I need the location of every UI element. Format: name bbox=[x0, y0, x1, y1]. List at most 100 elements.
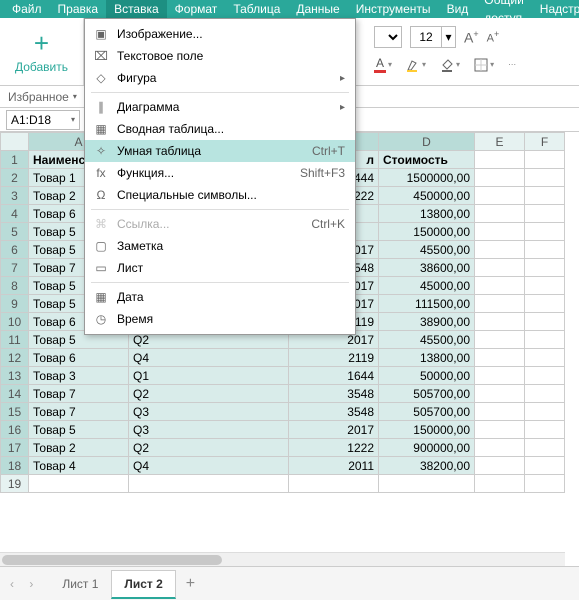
cell[interactable] bbox=[525, 241, 565, 259]
cell[interactable] bbox=[129, 475, 289, 493]
cell[interactable] bbox=[475, 331, 525, 349]
cell[interactable]: Q2 bbox=[129, 439, 289, 457]
cell[interactable]: 2017 bbox=[289, 421, 379, 439]
sheet-tab[interactable]: Лист 2 bbox=[111, 570, 175, 599]
row-header[interactable]: 11 bbox=[1, 331, 29, 349]
cell[interactable]: 1222 bbox=[289, 439, 379, 457]
font-size-dropdown[interactable]: ▾ bbox=[442, 26, 456, 48]
cell[interactable] bbox=[475, 349, 525, 367]
row-header[interactable]: 9 bbox=[1, 295, 29, 313]
cell[interactable]: 150000,00 bbox=[379, 223, 475, 241]
menu-таблица[interactable]: Таблица bbox=[225, 0, 288, 18]
cell[interactable]: 1500000,00 bbox=[379, 169, 475, 187]
font-size-input[interactable]: 12 bbox=[410, 26, 442, 48]
font-family-select[interactable] bbox=[374, 26, 402, 48]
row-header[interactable]: 18 bbox=[1, 457, 29, 475]
col-header-E[interactable]: E bbox=[475, 133, 525, 151]
cell[interactable]: 13800,00 bbox=[379, 349, 475, 367]
increase-font-icon[interactable]: A+ bbox=[464, 29, 479, 46]
menu-данные[interactable]: Данные bbox=[288, 0, 347, 18]
menu-item--[interactable]: ◷Время bbox=[85, 308, 355, 330]
row-header[interactable]: 2 bbox=[1, 169, 29, 187]
cell[interactable] bbox=[525, 367, 565, 385]
horizontal-scrollbar[interactable] bbox=[0, 552, 565, 566]
cell[interactable] bbox=[475, 313, 525, 331]
menu-вид[interactable]: Вид bbox=[439, 0, 477, 18]
cell[interactable]: 3548 bbox=[289, 385, 379, 403]
row-header[interactable]: 14 bbox=[1, 385, 29, 403]
borders-button[interactable]: ▾ bbox=[474, 58, 494, 72]
scrollbar-thumb[interactable] bbox=[2, 555, 222, 565]
cell[interactable]: 38200,00 bbox=[379, 457, 475, 475]
cell[interactable]: 2119 bbox=[289, 349, 379, 367]
col-header-D[interactable]: D bbox=[379, 133, 475, 151]
cell[interactable]: 45000,00 bbox=[379, 277, 475, 295]
cell[interactable]: 505700,00 bbox=[379, 403, 475, 421]
cell[interactable] bbox=[475, 385, 525, 403]
menu-item--[interactable]: ⌧Текстовое поле bbox=[85, 45, 355, 67]
cell[interactable] bbox=[525, 403, 565, 421]
cell[interactable] bbox=[475, 403, 525, 421]
cell[interactable] bbox=[525, 331, 565, 349]
cell[interactable] bbox=[475, 169, 525, 187]
menu-правка[interactable]: Правка bbox=[50, 0, 107, 18]
cell[interactable] bbox=[525, 223, 565, 241]
cell[interactable]: Товар 3 bbox=[29, 367, 129, 385]
cell[interactable] bbox=[475, 439, 525, 457]
menu-item--[interactable]: fxФункция...Shift+F3 bbox=[85, 162, 355, 184]
row-header[interactable]: 5 bbox=[1, 223, 29, 241]
cell[interactable] bbox=[525, 313, 565, 331]
menu-item--[interactable]: ▢Заметка bbox=[85, 235, 355, 257]
add-button[interactable]: + Добавить bbox=[0, 18, 84, 85]
cell[interactable] bbox=[475, 259, 525, 277]
cell[interactable]: 150000,00 bbox=[379, 421, 475, 439]
fill-color-button[interactable]: ▾ bbox=[440, 58, 460, 72]
more-dropdown-icon[interactable]: ⋯ bbox=[508, 60, 516, 69]
cell[interactable] bbox=[475, 205, 525, 223]
decrease-font-icon[interactable]: A+ bbox=[487, 29, 500, 45]
menu-вставка[interactable]: Вставка bbox=[106, 0, 167, 18]
row-header[interactable]: 4 bbox=[1, 205, 29, 223]
row-header[interactable]: 12 bbox=[1, 349, 29, 367]
cell[interactable] bbox=[525, 385, 565, 403]
add-sheet-button[interactable]: + bbox=[186, 575, 195, 593]
cell[interactable]: 38900,00 bbox=[379, 313, 475, 331]
cell[interactable]: Товар 5 bbox=[29, 421, 129, 439]
cell[interactable]: 38600,00 bbox=[379, 259, 475, 277]
col-header-F[interactable]: F bbox=[525, 133, 565, 151]
cell[interactable] bbox=[475, 241, 525, 259]
cell[interactable] bbox=[379, 475, 475, 493]
cell[interactable]: Стоимость bbox=[379, 151, 475, 169]
menu-item--[interactable]: ▣Изображение... bbox=[85, 23, 355, 45]
menu-item--[interactable]: ▦Дата bbox=[85, 286, 355, 308]
cell[interactable]: 111500,00 bbox=[379, 295, 475, 313]
cell[interactable] bbox=[289, 475, 379, 493]
cell[interactable]: 505700,00 bbox=[379, 385, 475, 403]
cell[interactable]: 3548 bbox=[289, 403, 379, 421]
row-header[interactable]: 10 bbox=[1, 313, 29, 331]
menu-инструменты[interactable]: Инструменты bbox=[348, 0, 439, 18]
sheet-nav-buttons[interactable]: ‹ › bbox=[10, 577, 39, 591]
row-header[interactable]: 3 bbox=[1, 187, 29, 205]
cell[interactable]: Q4 bbox=[129, 349, 289, 367]
menu-item--[interactable]: ∥Диаграмма▸ bbox=[85, 96, 355, 118]
cell[interactable]: 45500,00 bbox=[379, 241, 475, 259]
menu-item--[interactable]: ▦Сводная таблица... bbox=[85, 118, 355, 140]
menu-item--[interactable]: ✧Умная таблицаCtrl+T bbox=[85, 140, 355, 162]
cell[interactable] bbox=[475, 151, 525, 169]
row-header[interactable]: 13 bbox=[1, 367, 29, 385]
cell[interactable]: 50000,00 bbox=[379, 367, 475, 385]
cell-reference-input[interactable]: A1:D18 ▾ bbox=[6, 110, 80, 130]
cell[interactable] bbox=[475, 421, 525, 439]
cell[interactable]: 13800,00 bbox=[379, 205, 475, 223]
row-header[interactable]: 7 bbox=[1, 259, 29, 277]
menu-надстрой[interactable]: Надстрой bbox=[532, 0, 579, 18]
cell[interactable]: Q3 bbox=[129, 403, 289, 421]
cell[interactable] bbox=[525, 151, 565, 169]
cell[interactable]: Товар 7 bbox=[29, 403, 129, 421]
cell[interactable] bbox=[475, 367, 525, 385]
cell[interactable]: Товар 6 bbox=[29, 349, 129, 367]
row-header[interactable]: 15 bbox=[1, 403, 29, 421]
row-header[interactable]: 16 bbox=[1, 421, 29, 439]
row-header[interactable]: 6 bbox=[1, 241, 29, 259]
